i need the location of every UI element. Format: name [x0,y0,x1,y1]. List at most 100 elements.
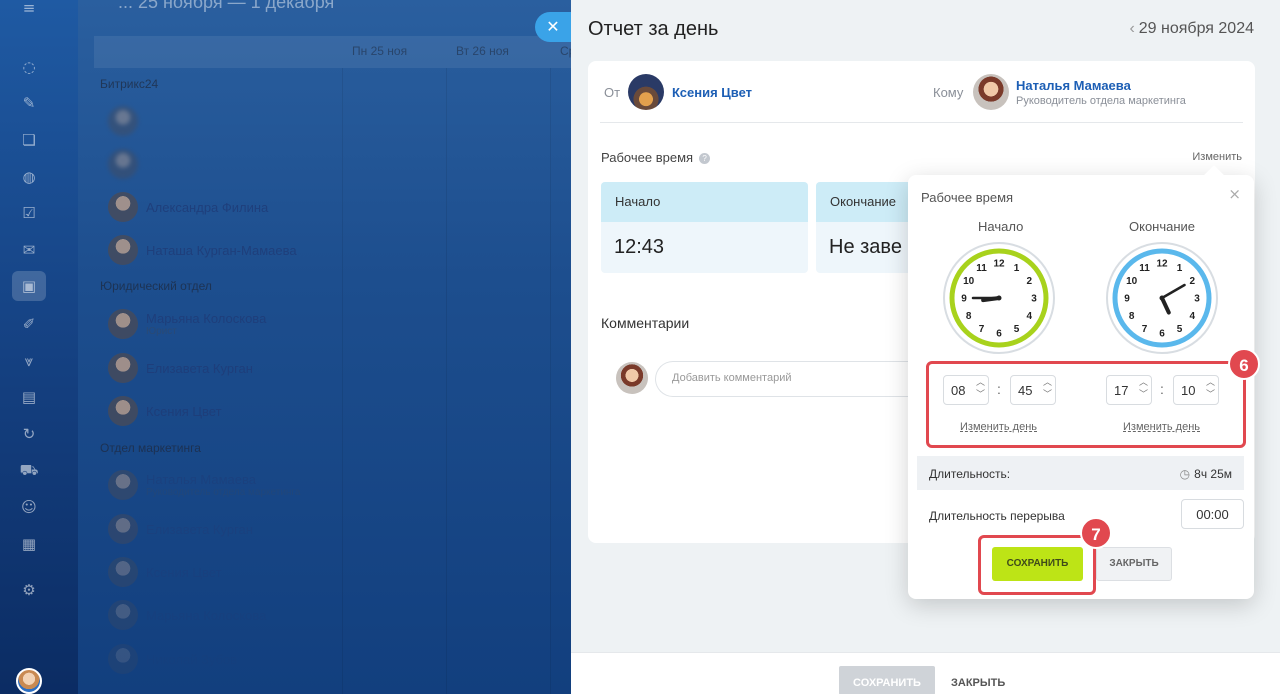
bg-employee-row[interactable]: Ксения Цвет [108,395,222,427]
settings-icon[interactable]: ⚙ [17,578,41,602]
bg-day-header: Ср [560,44,571,58]
break-input[interactable]: 00:00 [1181,499,1244,529]
tasks-icon[interactable]: ✎ [17,91,41,115]
bg-period-title: ... 25 ноября — 1 декабря [118,0,335,12]
bg-employee-row[interactable]: Ксения Цвет [108,556,222,588]
start-tile-value: 12:43 [614,236,665,258]
clock-number: 10 [963,276,975,287]
employee-name: Ксения Цвет [146,564,222,580]
avatar [628,74,664,110]
clock-number: 4 [1027,311,1033,322]
employee-name: Марьяна Колоскова [146,607,267,623]
employee-name: Ксения Цвет [146,403,222,419]
popup-close-button[interactable]: ЗАКРЫТЬ [1096,547,1172,581]
clock-number: 12 [1156,259,1168,270]
people-icon[interactable]: ☺ [17,495,41,519]
bg-column-divider [446,68,447,694]
clock-number: 9 [961,294,967,305]
bg-row-blurred [108,105,138,137]
chat-icon[interactable]: ◌ [17,55,41,79]
close-icon[interactable]: ✕ [535,12,571,42]
start-tile-label: Начало [601,182,808,222]
report-date[interactable]: ‹ 29 ноября 2024 [1129,20,1254,38]
cart-icon[interactable]: ⛟ [17,458,41,482]
clock-number: 6 [996,329,1002,340]
timeman-icon[interactable]: ▣ [12,271,46,301]
clock-number: 3 [1031,294,1037,305]
doc-icon[interactable]: ▤ [17,385,41,409]
bg-employee-row[interactable]: Александра Филина [108,191,268,223]
bg-employee-row[interactable]: Марьяна Колоскова Юрист [108,308,266,340]
end-clock[interactable]: 1234567891011 12 [1105,241,1219,355]
close-button[interactable]: ЗАКРЫТЬ [951,677,1005,689]
work-time-label: Рабочее время? [601,150,711,165]
duration-row: Длительность: ◷ 8ч 25м [917,456,1244,490]
to-user-role: Руководитель отдела маркетинга [1016,95,1186,107]
menu-icon[interactable]: ≡ [17,0,41,20]
employee-name: Елизавета Курган [146,360,253,376]
start-clock-label: Начало [978,219,1024,234]
bg-employee-row[interactable]: Марьяна Колоскова [108,599,266,631]
bg-employee-row[interactable]: Николай Зубов [108,643,237,675]
employee-name: Наталья Мамаева [146,472,256,487]
bg-employee-row[interactable]: Наташа Курган-Мамаева [108,234,297,266]
clock-number: 8 [1129,311,1135,322]
funnel-icon[interactable]: ⩔ [17,349,41,373]
bg-employee-row[interactable]: Елизавета Курган [108,352,253,384]
calendar-icon[interactable]: ▦ [17,532,41,556]
duration-text: 8ч 25м [1194,467,1232,481]
checkbox-icon[interactable]: ☑ [17,201,41,225]
avatar [108,600,138,630]
end-clock-label: Окончание [1129,219,1196,234]
avatar [108,235,138,265]
clock-number: 1 [1177,263,1183,274]
start-clock[interactable]: 1234567891011 12 [942,241,1056,355]
bg-column-divider [342,68,343,694]
report-date-value: 29 ноября 2024 [1138,20,1254,37]
bg-section-title: Юридический отдел [100,279,212,293]
clock-number: 11 [976,263,987,274]
employee-name: Николай Зубов [146,651,238,667]
employee-name: Елизавета Курган [146,521,253,537]
clock-number: 12 [993,259,1005,270]
refresh-icon[interactable]: ↻ [17,422,41,446]
from-label: От [604,85,621,100]
change-work-time-link[interactable]: Изменить [1192,151,1242,163]
bg-day-header: Пн 25 ноя [352,44,408,58]
clock-number: 11 [1139,263,1150,274]
clock-icon: ◷ [1179,467,1191,481]
chevron-left-icon[interactable]: ‹ [1129,20,1134,37]
avatar [973,74,1009,110]
clock-number: 7 [1142,324,1148,335]
clock-number: 3 [1194,294,1200,305]
drive-icon[interactable]: ◍ [17,165,41,189]
duration-label: Длительность: [929,467,1011,481]
clock-number: 2 [1190,276,1196,287]
bg-employee-row[interactable]: Елизавета Курган [108,513,253,545]
avatar [108,470,138,500]
mail-icon[interactable]: ✉ [17,238,41,262]
bg-employee-row[interactable]: Наталья Мамаева Руководитель отдела марк… [108,469,300,501]
pen-icon[interactable]: ✐ [17,312,41,336]
bg-section-title: Битрикс24 [100,77,159,91]
to-user-link[interactable]: Наталья Мамаева [1016,78,1131,93]
bg-day-header: Вт 26 ноя [456,44,509,58]
clock-number: 5 [1014,324,1020,335]
clock-number: 1 [1014,263,1020,274]
avatar [108,557,138,587]
question-icon[interactable]: ? [699,153,711,165]
clock-center [1159,295,1165,301]
step-badge-7: 7 [1080,517,1112,549]
highlight-save-button [978,535,1096,595]
messenger-icon[interactable]: ❏ [17,128,41,152]
user-avatar[interactable] [16,668,42,694]
avatar [108,192,138,222]
save-button[interactable]: СОХРАНИТЬ [839,666,935,694]
from-user-link[interactable]: Ксения Цвет [672,85,752,100]
comments-label: Комментарии [601,315,690,331]
employee-role: Юрист [146,326,177,337]
close-icon[interactable]: × [1228,185,1241,203]
clock-number: 4 [1190,311,1196,322]
avatar [108,353,138,383]
highlight-time-inputs [926,361,1246,448]
